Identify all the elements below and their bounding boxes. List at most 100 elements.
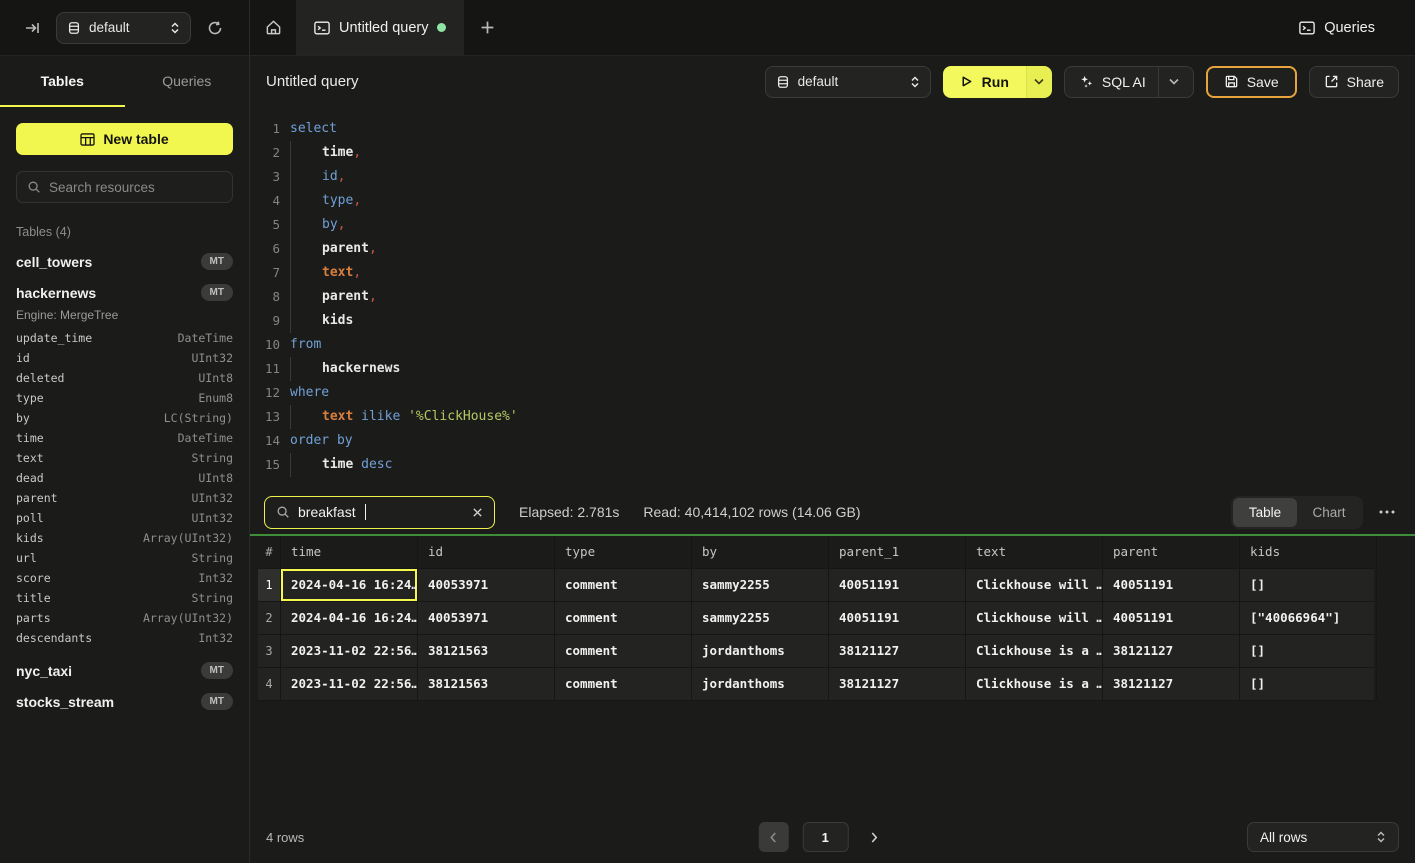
column-row[interactable]: timeDateTime xyxy=(16,428,233,448)
column-row[interactable]: kidsArray(UInt32) xyxy=(16,528,233,548)
header-cell[interactable]: # xyxy=(258,536,281,568)
line-number: 2 xyxy=(250,141,280,165)
previous-page-button[interactable] xyxy=(758,822,788,852)
query-database-selector[interactable]: default xyxy=(765,66,931,98)
column-row[interactable]: partsArray(UInt32) xyxy=(16,608,233,628)
table-cell[interactable]: [] xyxy=(1240,635,1377,667)
table-cell[interactable]: 40051191 xyxy=(829,569,966,601)
table-cell[interactable]: 38121127 xyxy=(1103,635,1240,667)
column-row[interactable]: parentUInt32 xyxy=(16,488,233,508)
sidebar-tab-queries[interactable]: Queries xyxy=(125,56,250,107)
column-type: UInt32 xyxy=(191,491,233,505)
view-toggle-chart[interactable]: Chart xyxy=(1297,498,1361,527)
page-number-input[interactable]: 1 xyxy=(802,822,848,852)
table-cell[interactable]: 2023-11-02 22:56… xyxy=(281,668,418,700)
share-button[interactable]: Share xyxy=(1309,66,1399,98)
header-cell[interactable]: kids xyxy=(1240,536,1377,568)
clear-search-button[interactable] xyxy=(472,507,483,518)
sidebar-table-item[interactable]: nyc_taxiMT xyxy=(16,662,233,679)
new-table-button[interactable]: New table xyxy=(16,123,233,155)
table-cell[interactable]: sammy2255 xyxy=(692,602,829,634)
header-cell[interactable]: text xyxy=(966,536,1103,568)
page-size-selector[interactable]: All rows xyxy=(1247,822,1399,852)
queries-nav-button[interactable]: Queries xyxy=(1279,0,1395,55)
table-cell[interactable]: 2024-04-16 16:24… xyxy=(281,569,418,601)
header-cell[interactable]: parent xyxy=(1103,536,1240,568)
sidebar-table-item[interactable]: stocks_streamMT xyxy=(16,693,233,710)
table-cell[interactable]: [] xyxy=(1240,569,1377,601)
sidebar-table-item[interactable]: hackernewsMT xyxy=(16,284,233,301)
run-button[interactable]: Run xyxy=(943,66,1026,98)
view-toggle-table[interactable]: Table xyxy=(1233,498,1297,527)
table-cell[interactable]: sammy2255 xyxy=(692,569,829,601)
table-cell[interactable]: 40053971 xyxy=(418,602,555,634)
sidebar-tab-tables[interactable]: Tables xyxy=(0,56,125,107)
table-cell[interactable]: 38121563 xyxy=(418,668,555,700)
table-cell[interactable]: 40051191 xyxy=(829,602,966,634)
header-cell[interactable]: by xyxy=(692,536,829,568)
database-selector[interactable]: default xyxy=(56,12,191,44)
sidebar-search-input[interactable] xyxy=(49,180,226,195)
table-cell[interactable]: 40053971 xyxy=(418,569,555,601)
column-row[interactable]: byLC(String) xyxy=(16,408,233,428)
column-row[interactable]: deletedUInt8 xyxy=(16,368,233,388)
tab-untitled-query[interactable]: Untitled query xyxy=(296,0,464,55)
column-row[interactable]: update_timeDateTime xyxy=(16,328,233,348)
table-cell[interactable]: Clickhouse is a … xyxy=(966,668,1103,700)
sql-editor[interactable]: 1select2time,3id,4type,5by,6parent,7text… xyxy=(250,107,1415,490)
table-cell[interactable]: 38121127 xyxy=(1103,668,1240,700)
table-cell[interactable]: Clickhouse will … xyxy=(966,569,1103,601)
row-number[interactable]: 2 xyxy=(258,602,281,634)
column-row[interactable]: idUInt32 xyxy=(16,348,233,368)
column-row[interactable]: urlString xyxy=(16,548,233,568)
collapse-sidebar-button[interactable] xyxy=(18,14,46,42)
table-cell[interactable]: jordanthoms xyxy=(692,668,829,700)
table-cell[interactable]: comment xyxy=(555,635,692,667)
table-cell[interactable]: 40051191 xyxy=(1103,602,1240,634)
sql-ai-options-button[interactable] xyxy=(1158,67,1179,97)
header-cell[interactable]: time xyxy=(281,536,418,568)
row-number[interactable]: 3 xyxy=(258,635,281,667)
new-tab-button[interactable] xyxy=(464,0,510,55)
row-number[interactable]: 1 xyxy=(258,569,281,601)
column-row[interactable]: typeEnum8 xyxy=(16,388,233,408)
column-row[interactable]: pollUInt32 xyxy=(16,508,233,528)
chevron-down-icon xyxy=(1034,78,1044,85)
table-row: 12024-04-16 16:24…40053971commentsammy22… xyxy=(258,569,1374,602)
sidebar-table-item[interactable]: cell_towersMT xyxy=(16,253,233,270)
more-options-button[interactable] xyxy=(1373,510,1401,514)
next-page-button[interactable] xyxy=(862,822,886,852)
results-search-value: breakfast xyxy=(298,504,356,520)
line-number: 7 xyxy=(250,261,280,285)
refresh-button[interactable] xyxy=(201,14,229,42)
tables-section-label: Tables (4) xyxy=(16,225,233,239)
home-button[interactable] xyxy=(250,0,296,55)
header-cell[interactable]: parent_1 xyxy=(829,536,966,568)
table-cell[interactable]: 2023-11-02 22:56… xyxy=(281,635,418,667)
table-cell[interactable]: 2024-04-16 16:24… xyxy=(281,602,418,634)
row-number[interactable]: 4 xyxy=(258,668,281,700)
table-cell[interactable]: 38121127 xyxy=(829,668,966,700)
table-cell[interactable]: Clickhouse will … xyxy=(966,602,1103,634)
column-row[interactable]: textString xyxy=(16,448,233,468)
table-cell[interactable]: 40051191 xyxy=(1103,569,1240,601)
table-cell[interactable]: jordanthoms xyxy=(692,635,829,667)
table-cell[interactable]: comment xyxy=(555,602,692,634)
table-cell[interactable]: 38121127 xyxy=(829,635,966,667)
header-cell[interactable]: type xyxy=(555,536,692,568)
table-cell[interactable]: comment xyxy=(555,569,692,601)
column-row[interactable]: titleString xyxy=(16,588,233,608)
table-cell[interactable]: ["40066964"] xyxy=(1240,602,1377,634)
table-cell[interactable]: Clickhouse is a … xyxy=(966,635,1103,667)
sql-ai-button[interactable]: SQL AI xyxy=(1064,66,1194,98)
table-cell[interactable]: 38121563 xyxy=(418,635,555,667)
table-cell[interactable]: [] xyxy=(1240,668,1377,700)
column-row[interactable]: deadUInt8 xyxy=(16,468,233,488)
header-cell[interactable]: id xyxy=(418,536,555,568)
table-cell[interactable]: comment xyxy=(555,668,692,700)
results-search-input[interactable]: breakfast xyxy=(264,496,495,529)
run-options-button[interactable] xyxy=(1026,66,1052,98)
save-button[interactable]: Save xyxy=(1206,66,1297,98)
column-row[interactable]: descendantsInt32 xyxy=(16,628,233,648)
column-row[interactable]: scoreInt32 xyxy=(16,568,233,588)
